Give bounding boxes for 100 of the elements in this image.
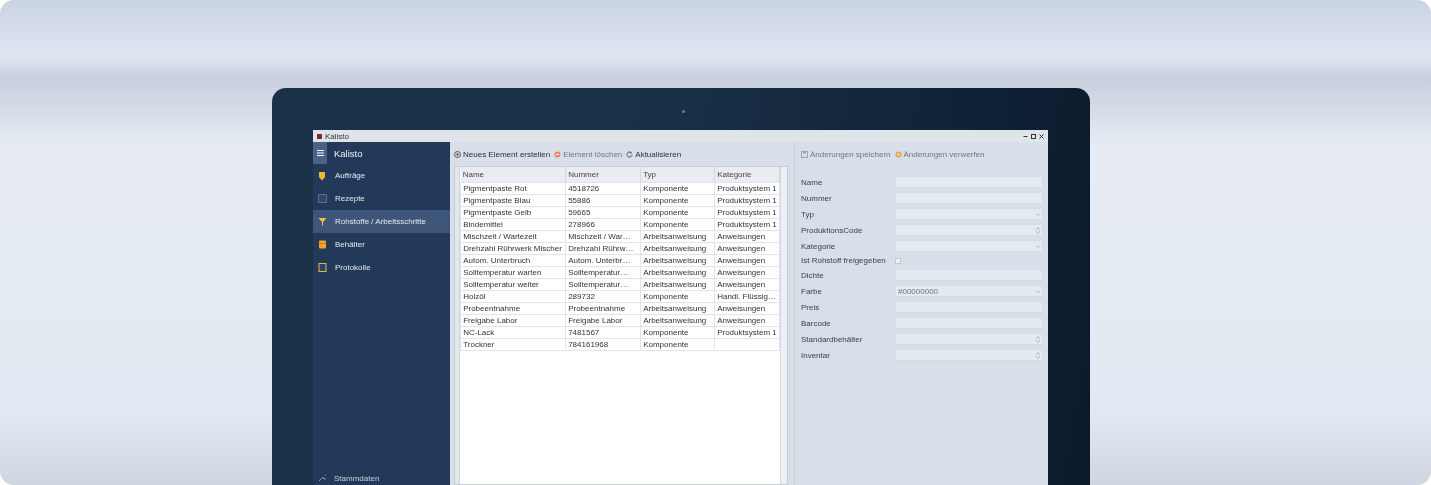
sidebar-item[interactable]: Rohstoffe / Arbeitsschritte (313, 210, 450, 233)
field-label: Ist Rohstoff freigegeben (801, 256, 887, 265)
dropdown-field[interactable]: #00000000 (895, 285, 1043, 297)
close-icon (1039, 133, 1044, 139)
table-cell: Komponente (640, 182, 715, 195)
window-title: Kalisto (325, 131, 349, 141)
sidebar-item[interactable]: Rezepte (313, 187, 450, 210)
field-label: Barcode (801, 318, 832, 328)
table-cell: Pigmentpaste Blau (460, 194, 566, 207)
table-cell: Produktsystem 1 (714, 206, 780, 219)
refresh-icon (626, 150, 634, 158)
table-cell: Holzöl (460, 290, 566, 303)
column-header[interactable]: Kategorie (714, 167, 780, 183)
table-cell: Mischzeit / War… (565, 230, 641, 243)
field-label: Standardbehälter (801, 334, 864, 344)
table-cell: Solltemperatur… (565, 266, 641, 279)
sidebar-footer-item[interactable]: Stammdaten (313, 471, 450, 485)
field-value: #00000000 (898, 286, 939, 296)
table-cell: Solltemperatur weiter (460, 278, 566, 291)
checkbox[interactable] (895, 257, 901, 264)
field-label: Dichte (801, 270, 825, 280)
spinner-field[interactable] (895, 224, 1043, 236)
table-cell: 784161968 (565, 338, 641, 351)
table-cell: Arbeitsanweisung (640, 254, 715, 267)
table-cell: Solltemperatur warten (460, 266, 566, 279)
table-cell: Solltemperatur… (565, 278, 641, 291)
menu-icon (316, 150, 324, 156)
column-header[interactable]: Name (460, 167, 566, 183)
field-label: Preis (801, 302, 821, 312)
funnel-icon (318, 217, 327, 226)
add-icon (454, 150, 461, 158)
grid-icon (318, 194, 327, 203)
table-cell: NC-Lack (460, 326, 566, 339)
table-cell: Produktsystem 1 (714, 194, 780, 207)
sidebar-item[interactable]: Behälter (313, 233, 450, 256)
spinner-field[interactable] (895, 349, 1043, 361)
table-cell: Arbeitsanweisung (640, 302, 715, 315)
table-cell: Produktsystem 1 (714, 182, 780, 195)
save-icon (801, 150, 808, 158)
dropdown-field[interactable] (895, 240, 1043, 252)
table-cell: Handl. Flüssig… (714, 290, 780, 303)
spinner-field[interactable] (895, 333, 1043, 345)
field-label: Typ (801, 209, 815, 219)
table-cell: Anweisungen (714, 314, 780, 327)
field-label: Nummer (801, 193, 833, 203)
toolbar-button[interactable]: Neues Element erstellen (454, 149, 551, 159)
table-cell: Komponente (640, 206, 715, 219)
table-cell: Anweisungen (714, 242, 780, 255)
table-cell: 4518726 (565, 182, 641, 195)
spinner-arrows-icon (1036, 226, 1040, 234)
sidebar-item[interactable]: Aufträge (313, 164, 450, 187)
table-cell: Freigabe Labor (460, 314, 566, 327)
menu-button[interactable] (313, 142, 327, 164)
scrollbar[interactable] (780, 167, 787, 484)
app-icon (317, 133, 322, 139)
table-cell: Komponente (640, 326, 715, 339)
table-cell: Arbeitsanweisung (640, 314, 715, 327)
table-cell: Probeentnahme (565, 302, 641, 315)
table-cell: 278966 (565, 218, 641, 231)
table-cell: Arbeitsanweisung (640, 266, 715, 279)
field-label: Inventar (801, 350, 831, 360)
table-cell: Arbeitsanweisung (640, 278, 715, 291)
spinner-arrows-icon (1036, 351, 1040, 359)
table-cell: Komponente (640, 290, 715, 303)
table-cell: 55886 (565, 194, 641, 207)
table-cell: Bindemittel (460, 218, 566, 231)
table-cell: Komponente (640, 218, 715, 231)
column-header[interactable]: Nummer (565, 167, 641, 183)
table-cell: Anweisungen (714, 254, 780, 267)
table-cell: 289732 (565, 290, 641, 303)
table-cell: Probeentnahme (460, 302, 566, 315)
table-cell: Trockner (460, 338, 566, 351)
table-cell: Arbeitsanweisung (640, 242, 715, 255)
table-cell: Drehzahl Rührw… (565, 242, 641, 255)
table-cell: Pigmentpaste Rot (460, 182, 566, 195)
field-label: Farbe (801, 286, 823, 296)
toolbar-button[interactable]: Aktualisieren (626, 149, 682, 159)
maximize-icon (1031, 133, 1036, 139)
dropdown-field[interactable] (895, 208, 1043, 220)
column-header[interactable]: Typ (640, 167, 715, 183)
table-cell: Mischzeit / Wartezeit (460, 230, 566, 243)
minimize-icon (1023, 133, 1028, 139)
sidebar-item[interactable]: Protokolle (313, 256, 450, 279)
table-cell: Arbeitsanweisung (640, 230, 715, 243)
table-cell: Pigmentpaste Gelb (460, 206, 566, 219)
table-cell: Produktsystem 1 (714, 218, 780, 231)
app-title: Kalisto (334, 147, 363, 159)
discard-icon (894, 150, 902, 158)
table-cell: Komponente (640, 194, 715, 207)
table-cell: Anweisungen (714, 266, 780, 279)
table-cell: Autom. Unterbr… (565, 254, 641, 267)
field-label: ProduktionsCode (801, 225, 864, 235)
spinner-arrows-icon (1036, 335, 1040, 343)
field-label: Kategorie (801, 241, 837, 251)
jar-icon (318, 240, 327, 249)
table-cell: 59665 (565, 206, 641, 219)
table-cell: Anweisungen (714, 278, 780, 291)
table-cell: Autom. Unterbruch (460, 254, 566, 267)
table-cell: Anweisungen (714, 302, 780, 315)
table-cell: Freigabe Labor (565, 314, 641, 327)
